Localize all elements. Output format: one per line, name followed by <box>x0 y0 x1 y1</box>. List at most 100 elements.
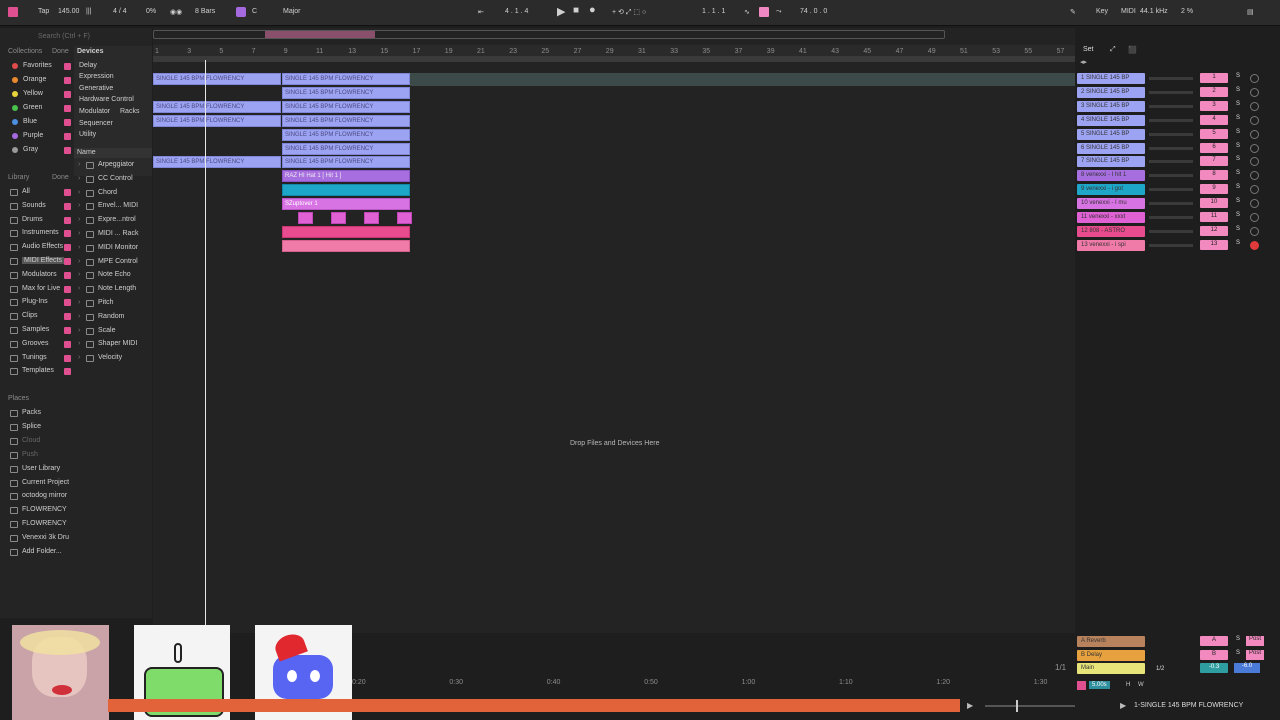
library-item[interactable]: Samples <box>22 326 49 333</box>
main-track-header[interactable]: Main <box>1077 663 1145 674</box>
track-header[interactable]: 6 SINGLE 145 BP <box>1077 142 1145 154</box>
search-input[interactable]: Search (Ctrl + F) <box>38 33 90 40</box>
scrub-slider[interactable] <box>985 705 1075 707</box>
device-category[interactable]: Utility <box>79 131 96 138</box>
place-item[interactable]: octodog mirror <box>22 492 67 499</box>
song-position[interactable]: 4 . 1 . 4 <box>505 8 528 15</box>
checkbox-icon[interactable] <box>64 354 71 362</box>
place-item[interactable]: Cloud <box>22 437 40 444</box>
solo-button[interactable]: S <box>1234 212 1242 222</box>
library-item[interactable]: All <box>22 188 30 195</box>
return-activator[interactable]: A <box>1200 636 1228 646</box>
pencil-icon[interactable]: ✎ <box>1070 8 1076 16</box>
place-item[interactable]: Venexxi 3k Dru <box>22 534 69 541</box>
expand-chevron-icon[interactable]: › <box>78 175 80 182</box>
solo-button[interactable]: S <box>1234 101 1242 111</box>
device-item[interactable]: Pitch <box>98 299 114 306</box>
arm-button[interactable] <box>1250 240 1259 250</box>
arm-button[interactable] <box>1250 87 1259 97</box>
solo-button[interactable]: S <box>1234 226 1242 236</box>
checkbox-icon[interactable] <box>64 133 71 140</box>
audio-clip[interactable]: SINGLE 145 BPM FLOWRENCY <box>153 100 281 113</box>
overview-icon[interactable]: ▤ <box>1247 8 1254 16</box>
w-toggle[interactable]: W <box>1138 682 1144 688</box>
solo-button[interactable]: S <box>1234 87 1242 97</box>
checkbox-icon[interactable] <box>64 230 71 238</box>
solo-button[interactable]: S <box>1234 73 1242 83</box>
arm-button[interactable] <box>1250 171 1259 181</box>
solo-button[interactable]: S <box>1234 129 1242 139</box>
track-header[interactable]: 2 SINGLE 145 BP <box>1077 86 1145 98</box>
main-volume[interactable]: -0.3 <box>1200 663 1228 673</box>
library-item[interactable]: Modulators <box>22 271 57 278</box>
device-item[interactable]: Note Length <box>98 285 136 292</box>
playhead[interactable] <box>205 60 206 625</box>
expand-chevron-icon[interactable]: › <box>78 244 80 251</box>
checkbox-icon[interactable] <box>64 271 71 279</box>
audio-clip[interactable]: SINGLE 145 BPM FLOWRENCY <box>282 86 410 99</box>
device-category[interactable]: Delay <box>79 62 97 69</box>
device-item[interactable]: Expre...ntrol <box>98 216 136 223</box>
library-item[interactable]: Drums <box>22 216 43 223</box>
library-item[interactable]: Templates <box>22 367 54 374</box>
arm-button[interactable] <box>1250 101 1259 111</box>
arm-button[interactable] <box>1250 199 1259 209</box>
device-item[interactable]: Note Echo <box>98 271 131 278</box>
set-button[interactable]: Set <box>1083 46 1094 53</box>
device-item[interactable]: CC Control <box>98 175 133 182</box>
loop-brace[interactable] <box>153 56 1075 62</box>
track-header[interactable]: 7 SINGLE 145 BP <box>1077 156 1145 168</box>
tempo-field[interactable]: 145.00 <box>58 8 79 15</box>
midi-clip-note[interactable] <box>298 212 313 224</box>
place-item[interactable]: FLOWRENCY <box>22 506 67 513</box>
checkbox-icon[interactable] <box>64 202 71 210</box>
key-scale-icon[interactable] <box>236 7 246 17</box>
expand-chevron-icon[interactable]: › <box>78 285 80 292</box>
expand-chevron-icon[interactable]: › <box>78 299 80 306</box>
checkbox-icon[interactable] <box>64 299 71 307</box>
track-header[interactable]: 12 808 - ASTRO <box>1077 225 1145 237</box>
return-activator[interactable]: B <box>1200 649 1228 660</box>
checkbox-icon[interactable] <box>64 77 71 84</box>
checkbox-icon[interactable] <box>64 189 71 196</box>
arm-button[interactable] <box>1250 185 1259 195</box>
zoom-field[interactable]: 0% <box>146 8 156 15</box>
checkbox-icon[interactable] <box>64 91 71 98</box>
track-lane-1[interactable] <box>410 73 1075 86</box>
bottom-marker-icon[interactable] <box>1077 681 1086 690</box>
expand-chevron-icon[interactable]: › <box>78 258 80 265</box>
solo-button[interactable]: S <box>1234 170 1242 180</box>
checkbox-icon[interactable] <box>64 313 71 321</box>
scale-select[interactable]: Major <box>283 8 301 15</box>
place-item[interactable]: Packs <box>22 409 41 416</box>
main-ratio[interactable]: 1/2 <box>1156 666 1164 672</box>
track-activator[interactable]: 6 <box>1200 142 1228 153</box>
arm-button[interactable] <box>1250 213 1259 222</box>
post-toggle[interactable]: Post <box>1246 649 1264 660</box>
solo-button[interactable]: S <box>1234 636 1242 646</box>
midi-clip-note[interactable] <box>364 212 379 224</box>
device-item[interactable]: Velocity <box>98 354 122 361</box>
collection-item[interactable]: Green <box>23 104 42 111</box>
collections-done[interactable]: Done <box>52 48 69 55</box>
mixer-scroll-icon[interactable]: ◂▸ <box>1080 58 1087 66</box>
tap-button[interactable]: Tap <box>38 8 49 15</box>
checkbox-icon[interactable] <box>64 327 71 334</box>
track-header[interactable]: 9 venexxi - i got <box>1077 184 1145 196</box>
device-category[interactable]: Expression <box>79 73 114 80</box>
collection-item[interactable]: Yellow <box>23 90 43 97</box>
app-menu-icon[interactable] <box>8 7 18 17</box>
solo-button[interactable]: S <box>1234 184 1242 194</box>
arm-button[interactable] <box>1250 74 1259 83</box>
loop-start[interactable]: 1 . 1 . 1 <box>702 8 725 15</box>
track-activator[interactable]: 7 <box>1200 156 1228 167</box>
device-item[interactable]: MIDI Monitor <box>98 244 138 251</box>
arm-button[interactable] <box>1250 143 1259 153</box>
library-item[interactable]: Grooves <box>22 340 48 347</box>
device-item[interactable]: MPE Control <box>98 258 138 265</box>
device-category[interactable]: Racks <box>120 108 139 115</box>
expand-chevron-icon[interactable]: › <box>78 230 80 237</box>
midi-clip-note[interactable] <box>397 212 412 224</box>
device-item[interactable]: Random <box>98 313 124 320</box>
solo-button[interactable]: S <box>1234 156 1242 166</box>
